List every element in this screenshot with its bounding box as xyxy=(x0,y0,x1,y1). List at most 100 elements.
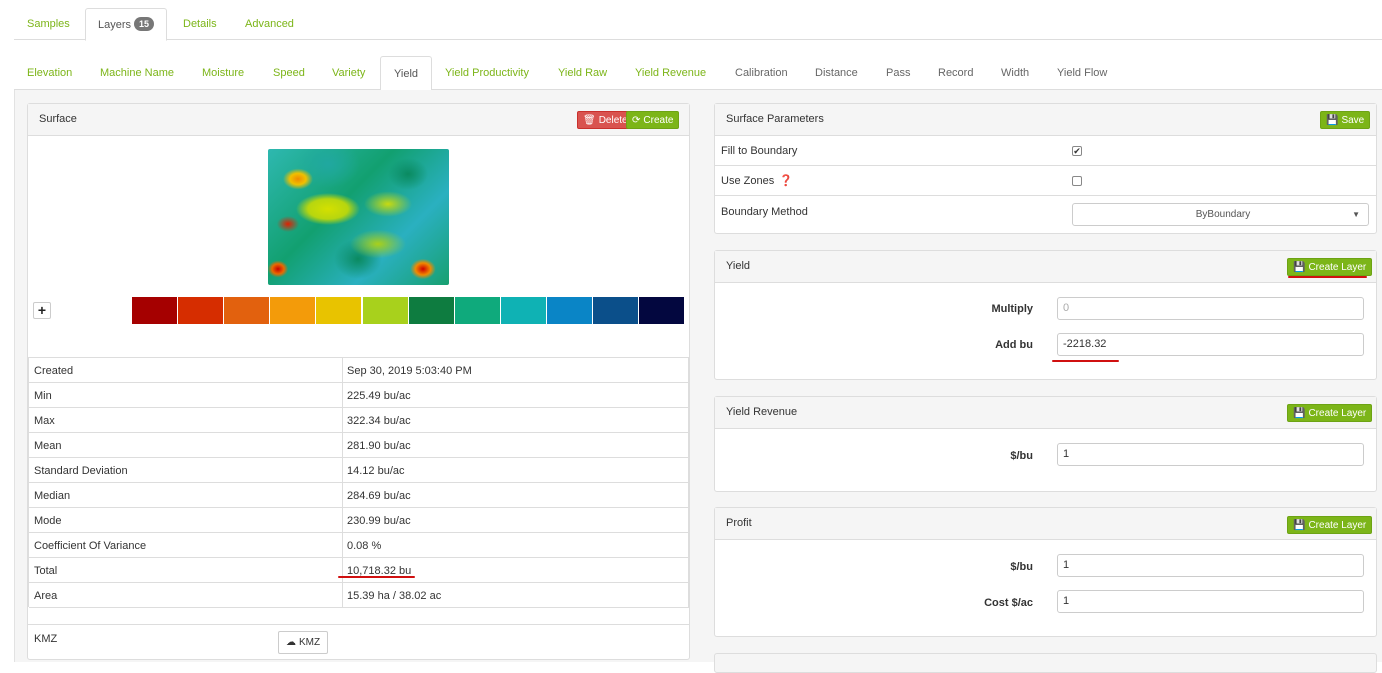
cloud-download-icon: ☁ xyxy=(285,637,296,648)
annotation-underline-total xyxy=(338,576,415,578)
legend-swatch[interactable] xyxy=(270,297,317,324)
yield-panel-title: Yield xyxy=(726,260,751,272)
trash-icon: 🗑 xyxy=(583,115,596,126)
add-bu-input[interactable]: -2218.32 xyxy=(1057,333,1364,356)
table-row: Standard Deviation 14.12 bu/ac xyxy=(29,458,690,483)
profit-create-layer-button[interactable]: 💾 Create Layer xyxy=(1287,516,1373,534)
save-button[interactable]: 💾 Save xyxy=(1320,111,1371,129)
revenue-per-bu-label: $/bu xyxy=(1010,450,1033,462)
yield-heatmap-image[interactable] xyxy=(268,149,449,285)
use-zones-label: Use Zones xyxy=(721,175,775,187)
legend-swatch[interactable] xyxy=(362,297,409,324)
legend-swatch[interactable] xyxy=(500,297,547,324)
legend-swatch[interactable] xyxy=(178,297,225,324)
fill-to-boundary-label: Fill to Boundary xyxy=(721,145,798,157)
floppy-icon: 💾 xyxy=(1326,115,1339,126)
help-icon[interactable]: ❓ xyxy=(779,174,793,187)
yield-revenue-create-layer-button[interactable]: 💾 Create Layer xyxy=(1287,404,1373,422)
tab-machine-name[interactable]: Machine Name xyxy=(87,56,187,91)
add-bu-label: Add bu xyxy=(995,339,1033,351)
profit-per-bu-label: $/bu xyxy=(1010,561,1033,573)
fill-to-boundary-row: Fill to Boundary ✔ xyxy=(715,136,1376,166)
legend-swatch[interactable] xyxy=(454,297,501,324)
profit-per-bu-input[interactable]: 1 xyxy=(1057,554,1364,577)
floppy-icon: 💾 xyxy=(1293,408,1306,419)
profit-title: Profit xyxy=(726,517,752,529)
table-row: Mean 281.90 bu/ac xyxy=(29,433,690,458)
revenue-per-bu-input[interactable]: 1 xyxy=(1057,443,1364,466)
table-row: Coefficient Of Variance 0.08 % xyxy=(29,533,690,558)
tab-elevation[interactable]: Elevation xyxy=(14,56,85,91)
yield-revenue-panel: Yield Revenue 💾 Create Layer $/bu 1 xyxy=(714,396,1377,492)
tab-width[interactable]: Width xyxy=(988,56,1042,91)
profit-header: Profit 💾 Create Layer xyxy=(715,508,1376,540)
annotation-underline-add-bu xyxy=(1052,360,1119,362)
create-button[interactable]: ⟳ Create xyxy=(626,111,680,129)
tab-variety[interactable]: Variety xyxy=(319,56,378,91)
kmz-download-button[interactable]: ☁ KMZ xyxy=(278,631,328,654)
caret-down-icon: ▼ xyxy=(1352,210,1360,219)
tab-yield-revenue[interactable]: Yield Revenue xyxy=(622,56,719,91)
use-zones-row: Use Zones ❓ xyxy=(715,166,1376,196)
boundary-method-row: Boundary Method ByBoundary ▼ xyxy=(715,196,1376,234)
surface-panel-header: Surface 🗑 Delete ⟳ Create xyxy=(28,104,689,136)
tab-speed[interactable]: Speed xyxy=(260,56,318,91)
legend-swatch[interactable] xyxy=(546,297,593,324)
tab-distance[interactable]: Distance xyxy=(802,56,871,91)
surface-parameters-panel: Surface Parameters 💾 Save Fill to Boundar… xyxy=(714,103,1377,234)
table-row: Area 15.39 ha / 38.02 ac xyxy=(29,583,690,608)
legend-swatch[interactable] xyxy=(316,297,363,324)
tab-yield[interactable]: Yield xyxy=(380,56,433,91)
table-row: Max 322.34 bu/ac xyxy=(29,408,690,433)
stats-table: Created Sep 30, 2019 5:03:40 PM Min 225.49… xyxy=(28,357,690,608)
tab-record[interactable]: Record xyxy=(925,56,986,91)
next-panel-edge xyxy=(714,653,1377,673)
yield-revenue-header: Yield Revenue 💾 Create Layer xyxy=(715,397,1376,429)
yield-panel: Yield 💾 Create Layer Multiply 0 Add bu -2… xyxy=(714,250,1377,380)
layer-tab-bar: Elevation Machine Name Moisture Speed Va… xyxy=(14,56,1382,91)
tab-yield-raw[interactable]: Yield Raw xyxy=(545,56,620,91)
tab-yield-flow[interactable]: Yield Flow xyxy=(1044,56,1120,91)
add-legend-button[interactable]: + xyxy=(33,302,51,319)
yield-panel-header: Yield 💾 Create Layer xyxy=(715,251,1376,283)
tab-layers[interactable]: Layers 15 xyxy=(85,8,168,41)
table-row: Created Sep 30, 2019 5:03:40 PM xyxy=(29,358,690,383)
table-row: Median 284.69 bu/ac xyxy=(29,483,690,508)
kmz-label: KMZ xyxy=(34,633,58,645)
floppy-icon: 💾 xyxy=(1293,520,1306,531)
surface-title: Surface xyxy=(39,113,77,125)
divider xyxy=(28,624,689,625)
use-zones-checkbox[interactable] xyxy=(1072,176,1082,186)
layers-count-badge: 15 xyxy=(134,17,155,31)
surface-parameters-title: Surface Parameters xyxy=(726,113,824,125)
multiply-label: Multiply xyxy=(991,303,1033,315)
profit-panel: Profit 💾 Create Layer $/bu 1 Cost $/ac 1 xyxy=(714,507,1377,637)
legend-swatch[interactable] xyxy=(132,297,178,324)
multiply-input[interactable]: 0 xyxy=(1057,297,1364,320)
tab-pass[interactable]: Pass xyxy=(873,56,923,91)
boundary-method-select[interactable]: ByBoundary ▼ xyxy=(1072,203,1369,226)
legend-swatch[interactable] xyxy=(639,297,686,324)
tab-calibration[interactable]: Calibration xyxy=(722,56,801,91)
table-row: Mode 230.99 bu/ac xyxy=(29,508,690,533)
surface-parameters-header: Surface Parameters 💾 Save xyxy=(715,104,1376,136)
refresh-icon: ⟳ xyxy=(632,115,641,126)
tab-yield-productivity[interactable]: Yield Productivity xyxy=(432,56,542,91)
tab-moisture[interactable]: Moisture xyxy=(189,56,257,91)
yield-revenue-title: Yield Revenue xyxy=(726,406,798,418)
fill-to-boundary-checkbox[interactable]: ✔ xyxy=(1072,146,1082,156)
legend-swatch[interactable] xyxy=(593,297,639,324)
cost-per-ac-input[interactable]: 1 xyxy=(1057,590,1364,613)
legend-swatch[interactable] xyxy=(408,297,455,324)
yield-create-layer-button[interactable]: 💾 Create Layer xyxy=(1287,258,1373,276)
cost-per-ac-label: Cost $/ac xyxy=(984,597,1033,609)
boundary-method-label: Boundary Method xyxy=(721,206,808,218)
tab-details[interactable]: Details xyxy=(171,8,229,41)
annotation-underline-create-layer xyxy=(1288,276,1367,278)
legend-swatch[interactable] xyxy=(224,297,271,324)
floppy-icon: 💾 xyxy=(1293,262,1306,273)
tab-advanced[interactable]: Advanced xyxy=(233,8,306,41)
table-row: Total 10,718.32 bu xyxy=(29,558,690,583)
tab-samples[interactable]: Samples xyxy=(15,8,82,41)
top-tab-bar: Samples Layers 15 Details Advanced xyxy=(14,6,1382,41)
